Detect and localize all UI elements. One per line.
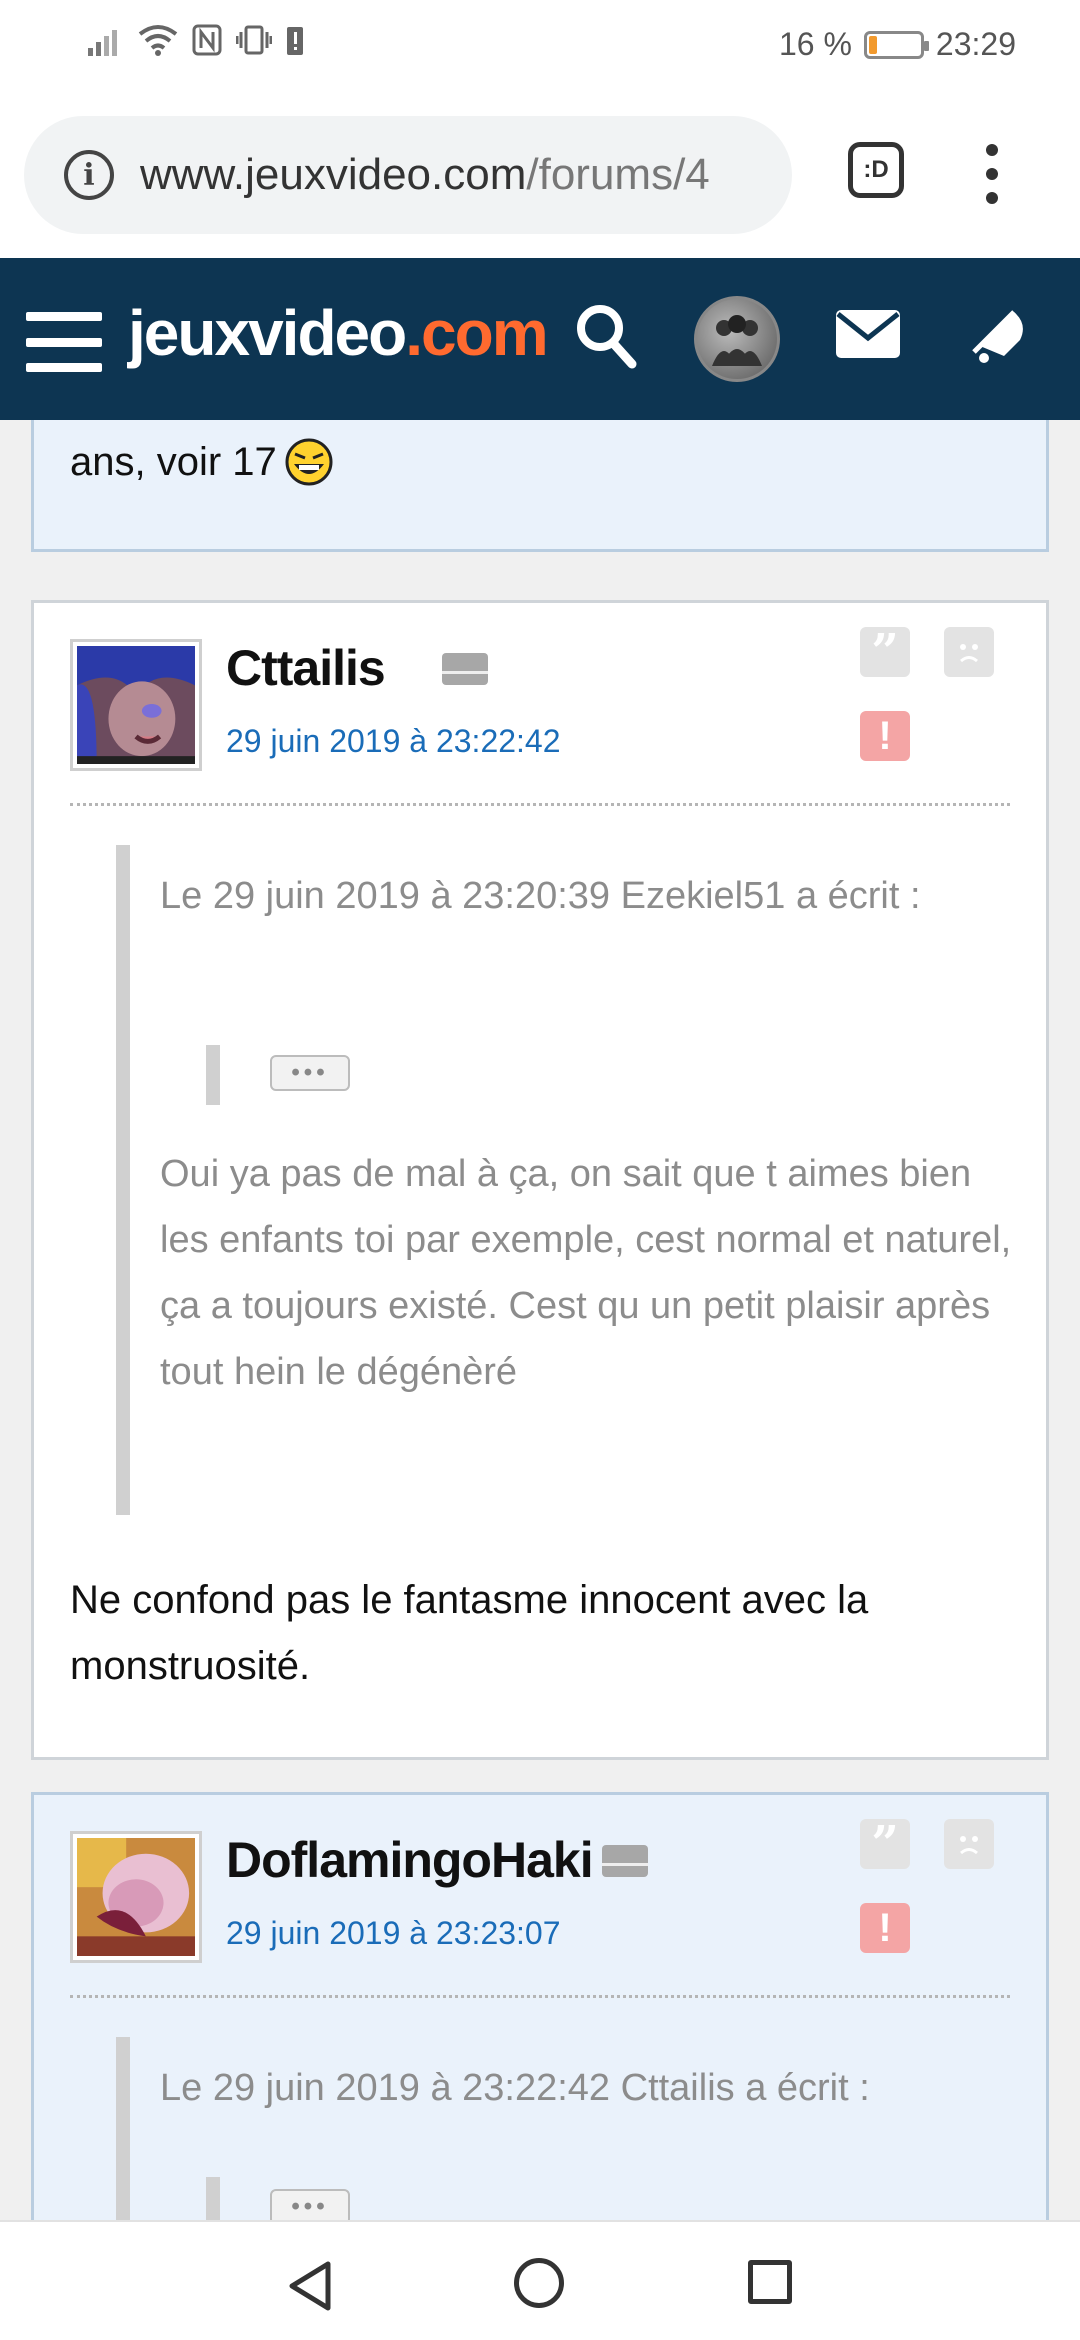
info-icon[interactable]: i xyxy=(64,150,114,200)
quote-body-wrapper: Oui ya pas de mal à ça, on sait que t ai… xyxy=(160,1053,1020,1405)
back-icon[interactable] xyxy=(286,2260,334,2312)
battery-alert-icon xyxy=(287,27,303,55)
quote-icon[interactable]: ” xyxy=(860,1816,910,1872)
wifi-icon xyxy=(138,25,178,56)
mail-icon[interactable] xyxy=(836,310,900,358)
nfc-icon xyxy=(192,24,222,56)
system-nav-bar xyxy=(0,2220,1080,2340)
quote-body: Oui ya pas de mal à ça, on sait que t ai… xyxy=(160,1153,1012,1393)
url-bar[interactable]: i www.jeuxvideo.com/forums/4 xyxy=(24,116,792,234)
post-username[interactable]: Cttailis xyxy=(226,639,386,697)
status-icons xyxy=(88,24,304,56)
post-date[interactable]: 29 juin 2019 à 23:23:07 xyxy=(226,1915,561,1952)
vibrate-icon xyxy=(236,25,272,55)
post-date[interactable]: 29 juin 2019 à 23:22:42 xyxy=(226,723,561,760)
quote-block: Le 29 juin 2019 à 23:22:42 Cttailis a éc… xyxy=(116,2037,1006,2220)
url-path: /forums/4 xyxy=(526,150,710,199)
quote-header: Le 29 juin 2019 à 23:20:39 Ezekiel51 a é… xyxy=(160,875,921,917)
site-logo[interactable]: jeuxvideo.com xyxy=(128,296,549,370)
report-alert-icon[interactable]: ! xyxy=(860,711,910,761)
report-alert-icon[interactable]: ! xyxy=(860,1903,910,1953)
battery-icon xyxy=(863,30,929,59)
recent-apps-icon[interactable] xyxy=(748,2260,792,2304)
signal-icon xyxy=(88,30,117,56)
post-separator xyxy=(70,803,1010,806)
post-separator xyxy=(70,1995,1010,1998)
avatar-image xyxy=(77,1838,195,1956)
quote-icon[interactable]: ” xyxy=(860,624,910,680)
menu-icon[interactable] xyxy=(26,312,102,372)
url-domain: www.jeuxvideo.com xyxy=(140,150,527,199)
quote-block: Le 29 juin 2019 à 23:20:39 Ezekiel51 a é… xyxy=(116,845,1011,1515)
clock: 23:29 xyxy=(935,26,1016,62)
post-username[interactable]: DoflamingoHaki xyxy=(226,1831,594,1889)
quote-header: Le 29 juin 2019 à 23:22:42 Cttailis a éc… xyxy=(160,2067,870,2109)
sad-face-icon[interactable] xyxy=(944,627,994,677)
more-menu-icon[interactable] xyxy=(986,144,998,204)
nested-quote-bar xyxy=(206,2177,220,2220)
forum-content: ans, voir 17 Cttailis 29 juin 2019 à 23:… xyxy=(0,420,1080,2220)
post-text: ans, voir 17 xyxy=(70,440,277,484)
user-avatar[interactable] xyxy=(694,296,780,382)
search-icon[interactable] xyxy=(574,300,638,370)
laughing-smiley-icon xyxy=(285,438,333,486)
site-header: jeuxvideo.com xyxy=(0,258,1080,420)
post-body: Ne confond pas le fantasme innocent avec… xyxy=(70,1578,869,1688)
status-bar: 16 % 23:29 xyxy=(0,0,1080,92)
sad-face-icon[interactable] xyxy=(944,1819,994,1869)
send-message-icon[interactable] xyxy=(602,1845,648,1877)
notification-bell-icon[interactable] xyxy=(970,302,1030,364)
avatar-image xyxy=(77,646,195,764)
tab-switcher-button[interactable]: :D xyxy=(848,142,904,198)
forum-post: DoflamingoHaki 29 juin 2019 à 23:23:07 ”… xyxy=(31,1792,1049,2220)
home-icon[interactable] xyxy=(514,2258,564,2308)
previous-post-partial: ans, voir 17 xyxy=(31,420,1049,552)
browser-toolbar: i www.jeuxvideo.com/forums/4 :D xyxy=(0,92,1080,258)
expand-quote-button[interactable]: ••• xyxy=(270,2189,350,2220)
battery-percent: 16 % xyxy=(778,26,852,62)
forum-post: Cttailis 29 juin 2019 à 23:22:42 ” ! Le … xyxy=(31,600,1049,1760)
user-avatar[interactable] xyxy=(70,1831,202,1963)
post-body: ans, voir 17 xyxy=(70,429,333,495)
send-message-icon[interactable] xyxy=(442,653,488,685)
user-avatar[interactable] xyxy=(70,639,202,771)
url-text[interactable]: www.jeuxvideo.com/forums/4 xyxy=(140,150,710,200)
